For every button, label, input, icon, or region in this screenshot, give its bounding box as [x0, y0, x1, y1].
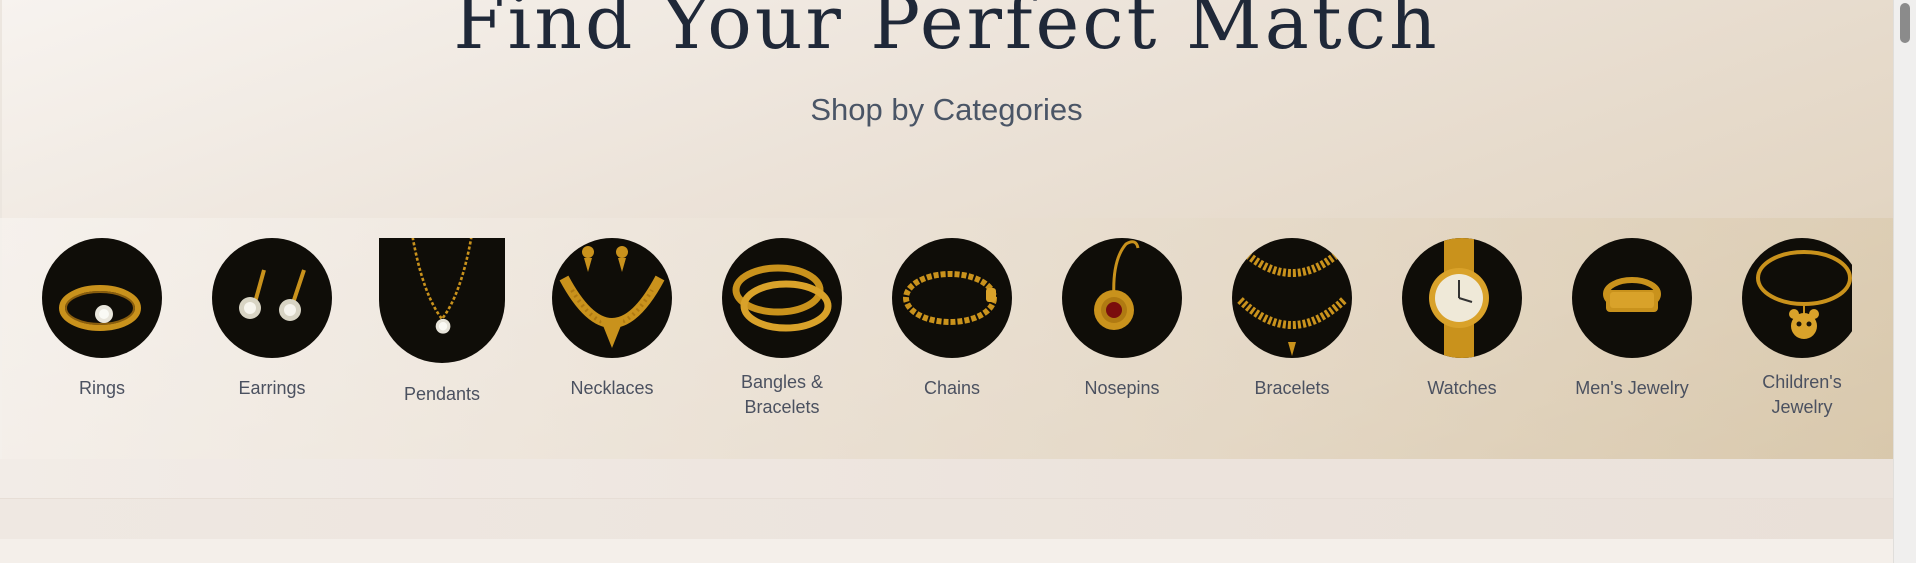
- category-nosepins[interactable]: Nosepins: [1037, 238, 1207, 401]
- category-childrens-jewelry[interactable]: Children's Jewelry: [1717, 238, 1852, 420]
- hero-subtitle: Shop by Categories: [810, 92, 1083, 127]
- category-chains[interactable]: Chains: [867, 238, 1037, 401]
- watch-icon[interactable]: [1402, 238, 1522, 358]
- category-label: Pendants: [403, 384, 481, 404]
- stud-earrings-icon[interactable]: [212, 238, 332, 358]
- scrollbar-thumb[interactable]: [1900, 3, 1910, 43]
- category-label: Earrings: [238, 378, 306, 398]
- signet-ring-icon[interactable]: [1572, 238, 1692, 358]
- category-label: Nosepins: [1084, 378, 1160, 398]
- category-label: Rings: [78, 378, 126, 398]
- chain-bracelet-icon[interactable]: [892, 238, 1012, 358]
- category-label: Chains: [923, 378, 981, 398]
- necklace-icon[interactable]: [552, 238, 672, 358]
- content-section: [0, 459, 1893, 499]
- charm-bracelet-icon[interactable]: [1742, 238, 1852, 358]
- nosepin-icon[interactable]: [1062, 238, 1182, 358]
- category-label: Bangles & Bracelets: [740, 372, 824, 417]
- bangles-icon[interactable]: [722, 238, 842, 358]
- category-label: Children's Jewelry: [1762, 372, 1842, 417]
- category-watches[interactable]: Watches: [1377, 238, 1547, 401]
- category-label: Men's Jewelry: [1575, 378, 1689, 398]
- ring-icon[interactable]: [42, 238, 162, 358]
- vertical-scrollbar[interactable]: [1893, 0, 1916, 563]
- page: Find Your Perfect Match Shop by Categori…: [0, 0, 1893, 563]
- category-label: Bracelets: [1254, 378, 1330, 398]
- pendant-icon[interactable]: [379, 238, 505, 363]
- category-label: Watches: [1427, 378, 1497, 398]
- category-carousel: Rings Earrings Pendants Necklaces Bangle…: [42, 238, 1852, 438]
- category-earrings[interactable]: Earrings: [187, 238, 357, 401]
- hero-title: Find Your Perfect Match: [453, 0, 1440, 66]
- layered-necklace-icon[interactable]: [1232, 238, 1352, 358]
- category-pendants[interactable]: Pendants: [357, 238, 527, 407]
- category-rings[interactable]: Rings: [42, 238, 187, 401]
- category-necklaces[interactable]: Necklaces: [527, 238, 697, 401]
- category-bracelets[interactable]: Bracelets: [1207, 238, 1377, 401]
- category-bangles-bracelets[interactable]: Bangles & Bracelets: [697, 238, 867, 420]
- category-mens-jewelry[interactable]: Men's Jewelry: [1547, 238, 1717, 401]
- content-section: [0, 499, 1893, 539]
- content-section: [0, 539, 1893, 563]
- category-label: Necklaces: [570, 378, 654, 398]
